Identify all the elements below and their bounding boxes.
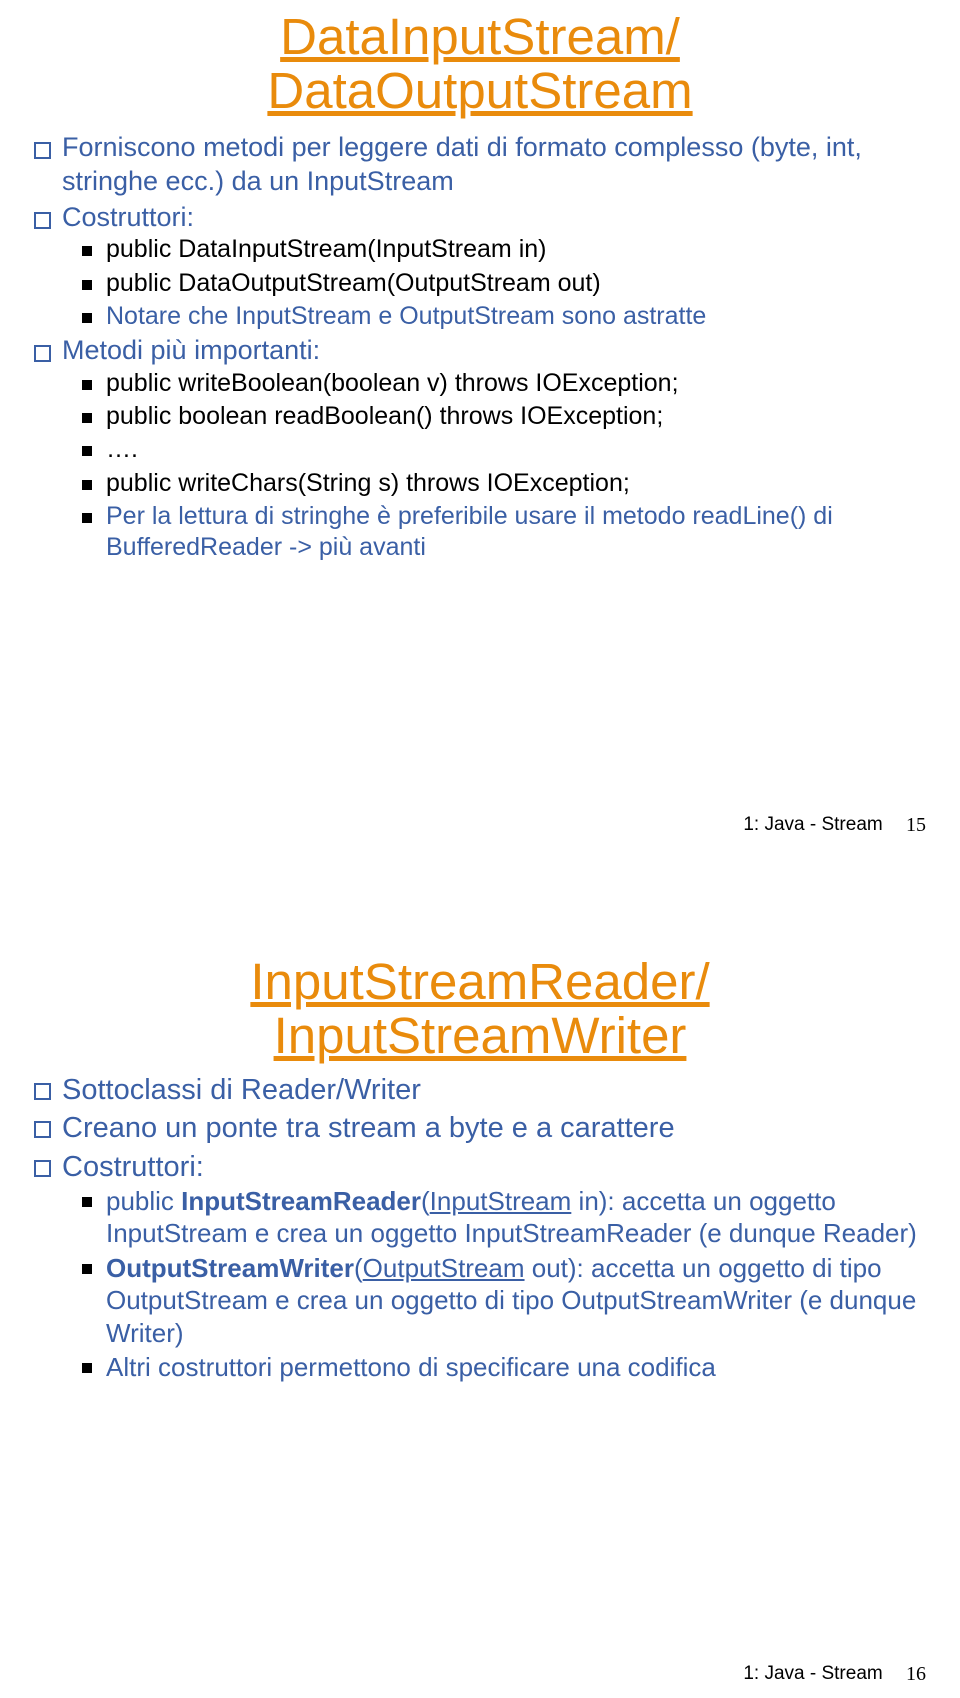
slide-footer: 1: Java - Stream 16 (743, 1663, 926, 1686)
title-line-2: DataOutputStream (267, 62, 692, 119)
s2-link: OutputStream (363, 1253, 525, 1283)
sub-method-1: public writeBoolean(boolean v) throws IO… (106, 368, 930, 399)
sub-ctor-osw: OutputStreamWriter(OutputStream out): ac… (106, 1252, 930, 1350)
bullet-costruttori: Costruttori: public InputStreamReader(In… (58, 1149, 930, 1384)
footer-label: 1: Java - Stream (743, 1663, 882, 1684)
title-line-2: InputStreamWriter (274, 1007, 687, 1064)
slide-title: DataInputStream/ DataOutputStream (30, 8, 930, 117)
bullet-costruttori-label: Costruttori: (62, 202, 194, 232)
s1-classname: InputStreamReader (181, 1186, 421, 1216)
s1-pre: public (106, 1186, 181, 1216)
sub-ctor-note: Notare che InputStream e OutputStream so… (106, 301, 930, 332)
sub-method-2: public boolean readBoolean() throws IOEx… (106, 401, 930, 432)
sub-method-note-text: Per la lettura di stringhe è preferibile… (106, 502, 833, 561)
page-number: 16 (906, 1663, 926, 1686)
sub-ctor-isr: public InputStreamReader(InputStream in)… (106, 1185, 930, 1250)
bullet-costruttori-label: Costruttori: (62, 1151, 204, 1183)
sub-ctor-1: public DataInputStream(InputStream in) (106, 234, 930, 265)
slide-content: Forniscono metodi per leggere dati di fo… (30, 117, 930, 563)
s1-link: InputStream (430, 1186, 572, 1216)
sub-method-3: public writeChars(String s) throws IOExc… (106, 468, 930, 499)
sub-method-ellipsis: …. (106, 434, 930, 465)
sub-ctor-others: Altri costruttori permettono di specific… (106, 1351, 930, 1384)
slide-15: DataInputStream/ DataOutputStream Fornis… (0, 0, 960, 849)
bullet-costruttori: Costruttori: public DataInputStream(Inpu… (58, 201, 930, 333)
s2-classname: OutputStreamWriter (106, 1253, 354, 1283)
page-number: 15 (906, 814, 926, 837)
title-line-1: InputStreamReader/ (250, 953, 709, 1010)
slide-16: InputStreamReader/ InputStreamWriter Sot… (0, 849, 960, 1698)
title-line-1: DataInputStream/ (280, 8, 680, 65)
sub-ctor-2: public DataOutputStream(OutputStream out… (106, 268, 930, 299)
bullet-intro: Forniscono metodi per leggere dati di fo… (58, 131, 930, 199)
bullet-bridge: Creano un ponte tra stream a byte e a ca… (58, 1110, 930, 1146)
sub-method-note: Per la lettura di stringhe è preferibile… (106, 501, 930, 564)
s2-paren: ( (354, 1253, 363, 1283)
bullet-subclasses: Sottoclassi di Reader/Writer (58, 1072, 930, 1108)
slide-footer: 1: Java - Stream 15 (743, 814, 926, 837)
sub-ctor-note-text: Notare che InputStream e OutputStream so… (106, 302, 706, 330)
footer-label: 1: Java - Stream (743, 814, 882, 835)
slide-content: Sottoclassi di Reader/Writer Creano un p… (30, 1062, 930, 1384)
s1-paren: ( (421, 1186, 430, 1216)
bullet-intro-text: Forniscono metodi per leggere dati di fo… (62, 132, 862, 196)
bullet-metodi: Metodi più importanti: public writeBoole… (58, 334, 930, 563)
bullet-metodi-label: Metodi più importanti: (62, 335, 320, 365)
slide-title: InputStreamReader/ InputStreamWriter (30, 857, 930, 1062)
